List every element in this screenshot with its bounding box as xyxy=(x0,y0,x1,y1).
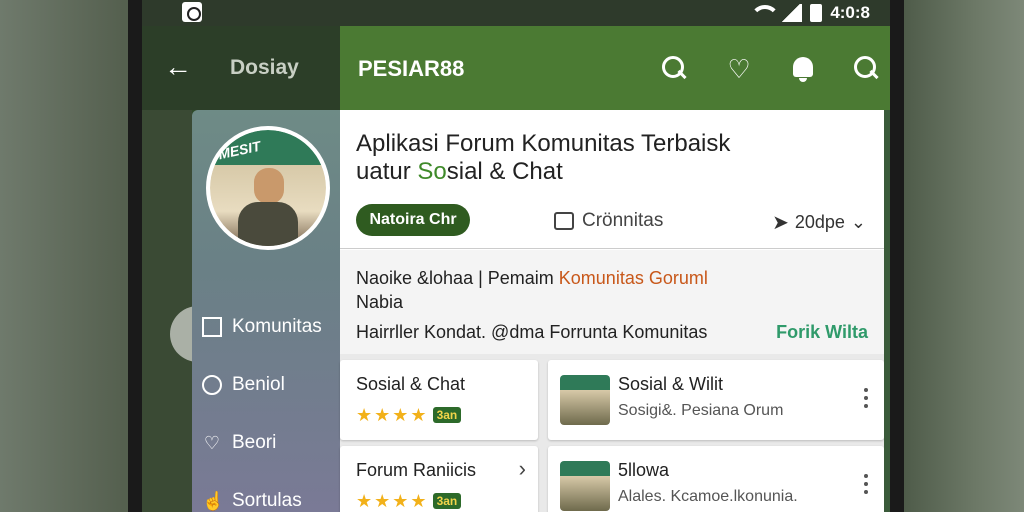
share-icon: ➤ xyxy=(772,212,789,234)
komunitas-link-label: Crönnitas xyxy=(582,210,664,231)
circle-icon xyxy=(202,375,222,395)
share-dropdown[interactable]: ➤ 20dpe ⌄ xyxy=(772,210,866,235)
navigation-drawer: MESIT Komunitas Beniol ♡ Beori ☝ Sortula… xyxy=(192,110,342,512)
star-icon: ★ xyxy=(356,491,373,511)
status-time: 4:0:8 xyxy=(830,3,870,22)
notice-text: Naoike &lohaa | Pemaim xyxy=(356,268,559,288)
notice-action-link[interactable]: Forik Wilta xyxy=(776,322,868,343)
share-label: 20dpe xyxy=(794,212,845,232)
tile-title: Forum Raniicis xyxy=(356,460,477,480)
app-bar-actions: ♡ xyxy=(660,54,882,84)
tile-sosial-wilit[interactable]: Sosial & Wilit Sosigi&. Pesiana Orum xyxy=(548,360,884,440)
star-icon: ★ xyxy=(392,491,409,511)
star-icon: ★ xyxy=(410,405,427,425)
tile-title: Sosial & Chat xyxy=(356,374,466,394)
search-icon[interactable] xyxy=(660,54,690,84)
star-icon: ★ xyxy=(356,405,373,425)
wifi-icon xyxy=(750,5,781,21)
avatar-banner-text: MESIT xyxy=(216,137,262,163)
avatar-body xyxy=(238,202,298,246)
drawer-item-label: Beori xyxy=(232,432,277,453)
background-app-title: Dosiay xyxy=(230,56,299,79)
headline-line-1: Aplikasi Forum Komunitas Terbaisk xyxy=(356,130,731,157)
chevron-right-icon: › xyxy=(518,456,526,481)
heart-icon: ♡ xyxy=(203,433,221,453)
bell-icon[interactable] xyxy=(788,54,818,84)
drawer-item-beniol[interactable]: Beniol xyxy=(202,374,285,396)
tile-title: 5llowa xyxy=(618,460,670,480)
headline-text: sial & Chat xyxy=(446,158,563,185)
tile-subtitle: Sosigi&. Pesiana Orum xyxy=(618,402,784,419)
status-bar: 4:0:8 xyxy=(142,0,890,26)
more-vert-icon[interactable] xyxy=(864,474,868,498)
divider xyxy=(340,248,884,249)
tile-thumbnail xyxy=(560,375,610,425)
tile-grid: Sosial & Chat ★ ★ ★ ★ 3an Sosial & Wilit… xyxy=(340,354,884,512)
star-icon: ★ xyxy=(374,405,391,425)
headline-highlight: So xyxy=(417,158,447,185)
search-icon[interactable] xyxy=(852,54,882,84)
drawer-item-label: Beniol xyxy=(232,374,285,395)
notice-line-1: Naoike &lohaa | Pemaim Komunitas Goruml xyxy=(356,268,708,289)
more-vert-icon[interactable] xyxy=(864,388,868,412)
drawer-item-label: Sortulas xyxy=(232,490,302,511)
main-card: Aplikasi Forum Komunitas Terbaisk uatur … xyxy=(340,110,884,512)
battery-icon xyxy=(810,4,823,22)
chat-bubble-icon xyxy=(554,212,574,230)
back-arrow-icon[interactable]: ← xyxy=(164,52,194,82)
tile-5llowa[interactable]: 5llowa Alales. Kcamoe.lkonunia. xyxy=(548,446,884,512)
tile-sosial-chat[interactable]: Sosial & Chat ★ ★ ★ ★ 3an xyxy=(340,360,538,440)
background-content-right xyxy=(884,110,890,512)
app-title: PESIAR88 xyxy=(358,56,465,81)
phone-screen: 4:0:8 ← Dosiay PESIAR88 ♡ MESIT Komunita… xyxy=(142,0,890,512)
rating-stars: ★ ★ ★ ★ 3an xyxy=(356,405,462,425)
status-icons: 4:0:8 xyxy=(750,2,870,24)
rating-badge: 3an xyxy=(432,407,462,423)
chat-button[interactable]: Natoira Chr xyxy=(356,204,470,236)
square-icon xyxy=(202,317,222,337)
notice-line-2: Nabia xyxy=(356,292,404,312)
chevron-down-icon: ⌄ xyxy=(850,212,866,232)
avatar-image: MESIT xyxy=(210,130,326,246)
tile-forum-raniicis[interactable]: Forum Raniicis › ★ ★ ★ ★ 3an xyxy=(340,446,538,512)
komunitas-link[interactable]: Crönnitas xyxy=(554,210,663,232)
signal-icon xyxy=(780,4,803,22)
tile-title: Sosial & Wilit xyxy=(618,374,724,394)
avatar-face xyxy=(254,168,284,204)
hand-icon: ☝ xyxy=(202,491,225,511)
notice-panel: Naoike &lohaa | Pemaim Komunitas Goruml … xyxy=(340,250,884,354)
app-notification-icon xyxy=(182,2,202,22)
drawer-item-beori[interactable]: ♡ Beori xyxy=(202,432,276,454)
headline: Aplikasi Forum Komunitas Terbaisk uatur … xyxy=(356,130,856,186)
drawer-item-label: Komunitas xyxy=(232,316,322,337)
phone-frame: 4:0:8 ← Dosiay PESIAR88 ♡ MESIT Komunita… xyxy=(128,0,904,512)
heart-icon[interactable]: ♡ xyxy=(724,54,754,84)
background-right xyxy=(900,0,1024,512)
rating-stars: ★ ★ ★ ★ 3an xyxy=(356,491,462,511)
headline-line-2: uatur Sosial & Chat xyxy=(356,158,856,186)
app-bar: PESIAR88 ♡ xyxy=(340,26,890,110)
tile-subtitle: Alales. Kcamoe.lkonunia. xyxy=(618,488,798,505)
star-icon: ★ xyxy=(410,491,427,511)
star-icon: ★ xyxy=(392,405,409,425)
star-icon: ★ xyxy=(374,491,391,511)
drawer-item-sortulas[interactable]: ☝ Sortulas xyxy=(202,490,302,512)
rating-badge: 3an xyxy=(432,493,462,509)
avatar[interactable]: MESIT xyxy=(206,126,330,250)
notice-link[interactable]: Komunitas Goruml xyxy=(559,268,708,288)
headline-text: uatur xyxy=(356,158,418,185)
notice-line-3: Hairrller Kondat. @dma Forrunta Komunita… xyxy=(356,322,708,342)
drawer-item-komunitas[interactable]: Komunitas xyxy=(202,316,322,338)
tile-thumbnail xyxy=(560,461,610,511)
background-app-bar: ← Dosiay xyxy=(142,26,342,110)
